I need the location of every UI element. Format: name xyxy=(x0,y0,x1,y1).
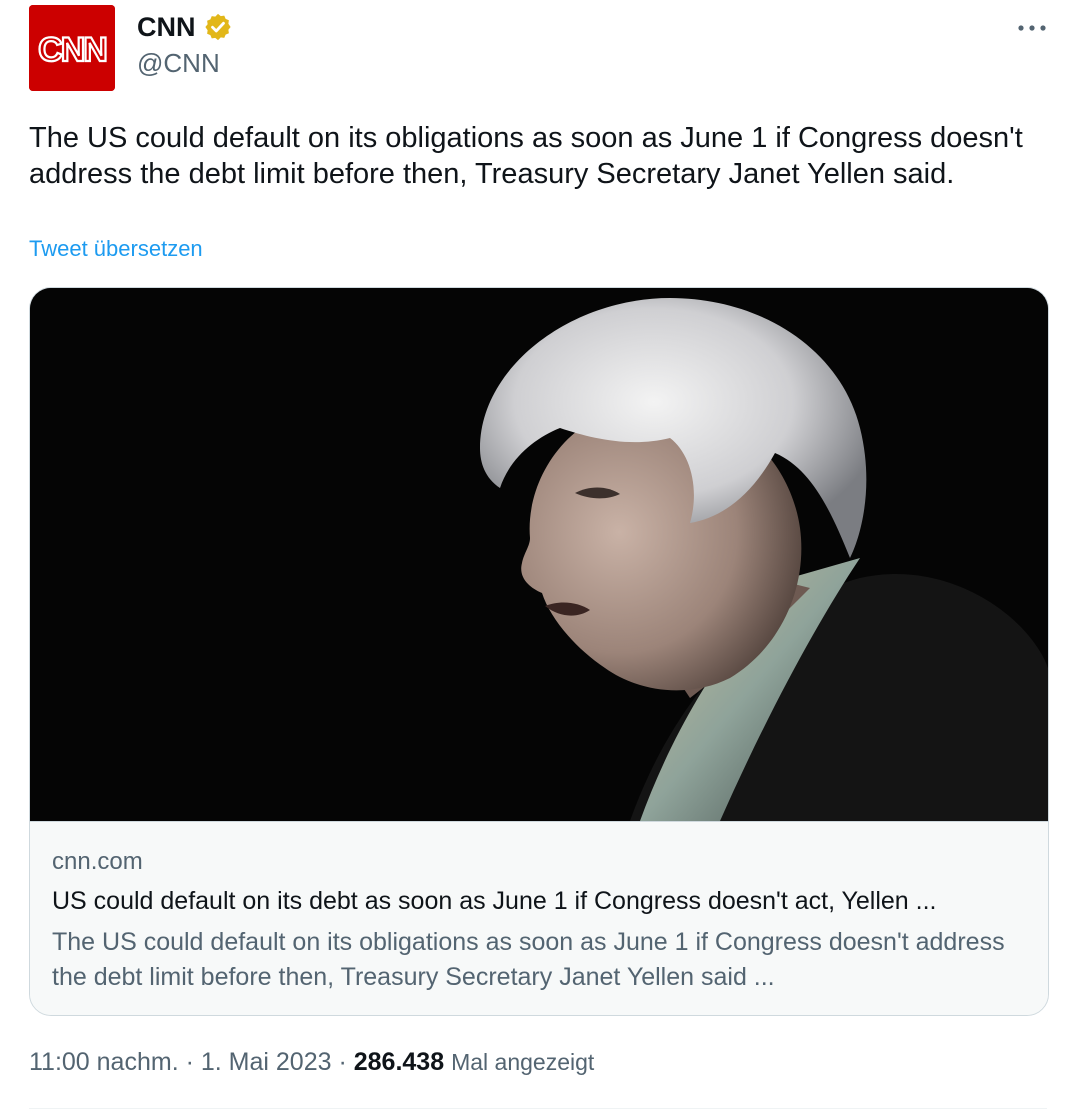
meta-separator: · xyxy=(185,1048,194,1076)
card-body: cnn.com US could default on its debt as … xyxy=(30,821,1048,1015)
tweet-text: The US could default on its obligations … xyxy=(29,122,1023,190)
verified-badge-icon xyxy=(203,12,233,42)
divider xyxy=(29,1108,1047,1109)
cnn-logo: CNN xyxy=(29,5,115,91)
views-label: Mal angezeigt xyxy=(451,1049,595,1075)
author-handle[interactable]: @CNN xyxy=(137,46,220,80)
card-image xyxy=(30,288,1048,821)
svg-text:CNN: CNN xyxy=(38,31,106,69)
avatar[interactable]: CNN xyxy=(29,5,115,91)
tweet-meta: 11:00 nachm. · 1. Mai 2023 · 286.438 Mal… xyxy=(29,1045,594,1079)
tweet-time[interactable]: 11:00 nachm. xyxy=(29,1048,179,1076)
translate-tweet-link[interactable]: Tweet übersetzen xyxy=(29,234,203,264)
tweet: CNN CNN @CNN The US could default on its… xyxy=(0,0,1076,1114)
card-domain: cnn.com xyxy=(52,848,143,875)
more-options-icon[interactable] xyxy=(1016,18,1048,38)
meta-separator: · xyxy=(338,1048,347,1076)
link-preview-card[interactable]: cnn.com US could default on its debt as … xyxy=(29,287,1049,1016)
card-description: The US could default on its obligations … xyxy=(52,928,1005,991)
card-title[interactable]: US could default on its debt as soon as … xyxy=(52,885,1027,917)
author-name-label: CNN xyxy=(137,12,196,42)
portrait-photo xyxy=(30,288,1048,821)
author-name[interactable]: CNN xyxy=(137,10,233,44)
views-count: 286.438 xyxy=(353,1048,445,1076)
tweet-date[interactable]: 1. Mai 2023 xyxy=(201,1048,332,1076)
